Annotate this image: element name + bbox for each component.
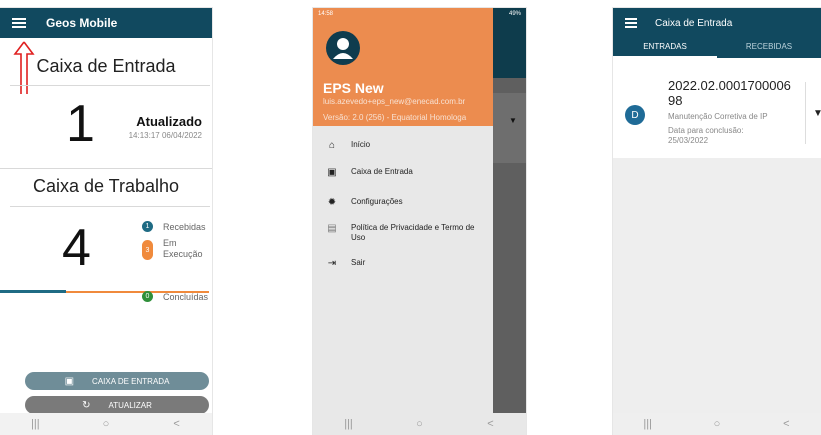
updated-label: Atualizado [136, 114, 202, 129]
home-screen: Geos Mobile Caixa de Entrada 1 Atualizad… [0, 8, 212, 435]
inbox-icon: ▣ [327, 167, 337, 178]
recent-apps-button[interactable]: ||| [329, 418, 369, 430]
menu-item-label: Configurações [351, 197, 403, 206]
system-nav-bar: ||| ○ < [613, 413, 821, 435]
drawer-screen: ▼ 14:58 49% EPS New luis.azevedo+eps_new… [313, 8, 526, 435]
inbox-count: 1 [66, 95, 95, 153]
tab-recebidas[interactable]: RECEBIDAS [717, 38, 821, 58]
scrim-card [493, 93, 526, 163]
inbox-screen: Caixa de Entrada ENTRADAS RECEBIDAS D 20… [613, 8, 821, 435]
user-name: EPS New [323, 80, 384, 96]
app-version: Versão: 2.0 (256) - Equatorial Homologa [323, 113, 467, 122]
refresh-button-label: ATUALIZAR [108, 400, 152, 410]
updated-time: 14:13:17 06/04/2022 [128, 131, 202, 140]
app-title: Caixa de Entrada [655, 17, 733, 29]
menu-item-privacy[interactable]: ▤ Política de Privacidade e Termo de Uso [313, 216, 493, 252]
home-button[interactable]: ○ [697, 418, 737, 430]
app-title: Geos Mobile [46, 16, 118, 30]
gear-icon: ✹ [327, 197, 337, 208]
battery-level: 49% [508, 10, 521, 17]
menu-item-logout[interactable]: ⇥ Sair [313, 252, 493, 273]
user-avatar-icon [326, 31, 360, 65]
status-label: Recebidas [163, 221, 206, 232]
due-date-block: Data para conclusão: 25/03/2022 [668, 126, 744, 146]
inbox-button-label: CAIXA DE ENTRADA [92, 376, 170, 386]
status-badge: 3 [142, 240, 153, 260]
menu-item-label: Sair [351, 258, 366, 267]
status-badge: 1 [142, 221, 153, 232]
due-date: 25/03/2022 [668, 136, 709, 145]
menu-item-settings[interactable]: ✹ Configurações [313, 191, 493, 212]
work-count: 4 [62, 219, 91, 277]
chevron-down-icon[interactable]: ▼ [813, 108, 821, 119]
recent-apps-button[interactable]: ||| [628, 418, 668, 430]
inbox-icon: ▣ [64, 375, 75, 387]
status-received: 1 Recebidas [142, 221, 206, 232]
document-icon: ▤ [327, 223, 337, 234]
system-nav-bar: ||| ○ < [0, 413, 212, 435]
home-icon: ⌂ [328, 140, 336, 151]
inbox-title: Caixa de Entrada [36, 56, 176, 76]
back-button[interactable]: < [766, 418, 806, 430]
caret-icon: ▼ [509, 116, 517, 125]
inbox-button[interactable]: ▣ CAIXA DE ENTRADA [25, 372, 209, 390]
recent-apps-button[interactable]: ||| [15, 418, 55, 430]
tab-indicator [613, 56, 717, 58]
back-button[interactable]: < [157, 418, 197, 430]
due-label: Data para conclusão: [668, 126, 744, 135]
back-button[interactable]: < [471, 418, 511, 430]
home-button[interactable]: ○ [86, 418, 126, 430]
list-item[interactable]: D 2022.02.000170000698 Manutenção Corret… [613, 68, 821, 158]
app-bar: Caixa de Entrada [613, 8, 821, 38]
user-email: luis.azevedo+eps_new@enecad.com.br [323, 97, 466, 106]
order-number: 2022.02.000170000698 [668, 78, 791, 108]
work-title: Caixa de Trabalho [32, 176, 180, 196]
divider [0, 168, 212, 169]
avatar: D [625, 105, 645, 125]
divider [10, 85, 210, 86]
status-time: 14:58 [318, 10, 334, 17]
empty-area [613, 158, 821, 413]
status-in-progress: 3 Em Execução [142, 238, 203, 260]
app-bar: Geos Mobile [0, 8, 212, 38]
tab-entradas[interactable]: ENTRADAS [613, 38, 717, 58]
system-nav-bar: ||| ○ < [313, 413, 526, 435]
tab-bar: ENTRADAS RECEBIDAS [613, 38, 821, 58]
status-bar: 14:58 49% [313, 8, 526, 19]
drawer-menu: ⌂ Início ▣ Caixa de Entrada ✹ Configuraç… [313, 134, 493, 273]
logout-icon: ⇥ [327, 258, 337, 269]
service-type: Manutenção Corretiva de IP [668, 112, 768, 121]
menu-item-label: Política de Privacidade e Termo de Uso [351, 223, 475, 242]
navigation-drawer: EPS New luis.azevedo+eps_new@enecad.com.… [313, 8, 493, 435]
update-status: Atualizado 14:13:17 06/04/2022 [129, 114, 202, 140]
status-label: Concluídas [163, 291, 209, 302]
status-badge: 0 [142, 291, 153, 302]
divider [805, 82, 806, 144]
status-label: Em Execução [163, 238, 203, 259]
progress-received [0, 290, 66, 293]
refresh-button[interactable]: ↻ ATUALIZAR [25, 396, 209, 414]
divider [10, 206, 210, 207]
home-button[interactable]: ○ [400, 418, 440, 430]
menu-item-label: Início [351, 140, 371, 149]
refresh-icon: ↻ [82, 399, 91, 411]
status-done: 0 Concluídas [142, 291, 208, 302]
menu-item-home[interactable]: ⌂ Início [313, 134, 493, 155]
drawer-header: EPS New luis.azevedo+eps_new@enecad.com.… [313, 8, 493, 126]
menu-item-inbox[interactable]: ▣ Caixa de Entrada [313, 161, 493, 182]
menu-icon[interactable] [12, 16, 26, 30]
menu-icon[interactable] [625, 16, 637, 30]
menu-item-label: Caixa de Entrada [351, 167, 413, 176]
